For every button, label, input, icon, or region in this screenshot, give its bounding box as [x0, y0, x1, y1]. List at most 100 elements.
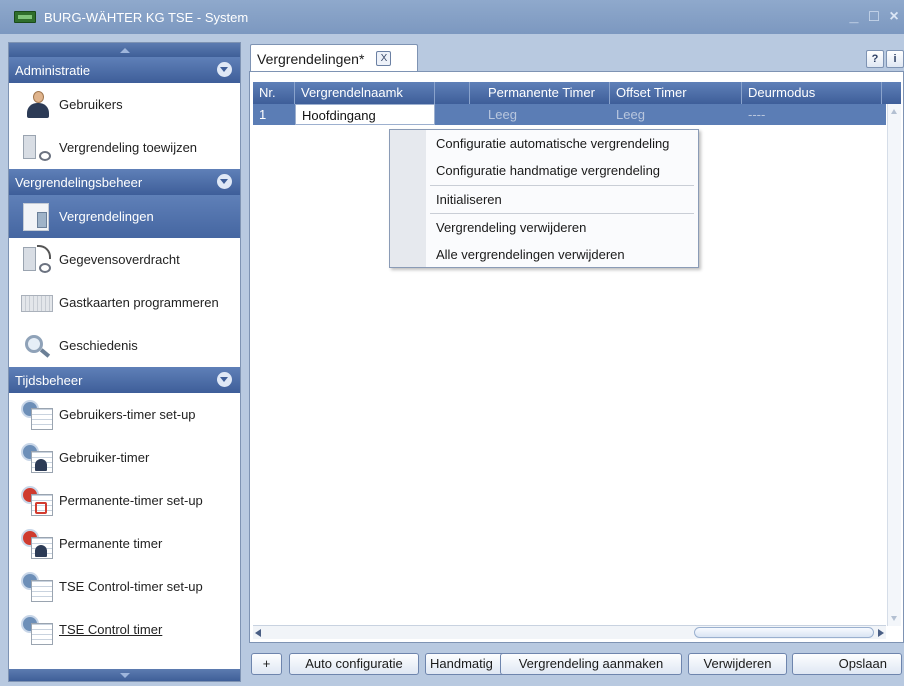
sidebar: Administratie Gebruikers Vergrendeling t…: [8, 42, 241, 682]
manual-button[interactable]: Handmatig: [425, 653, 505, 675]
table-row[interactable]: 1 Hoofdingang Leeg Leeg ----: [253, 104, 886, 125]
tab-label: Vergrendelingen*: [257, 50, 365, 67]
auto-configuration-button[interactable]: Auto configuratie: [289, 653, 419, 675]
column-header-permanente-timer[interactable]: Permanente Timer: [470, 82, 610, 104]
sidebar-item-geschiedenis[interactable]: Geschiedenis: [9, 324, 240, 367]
app-icon: [14, 11, 36, 23]
sidebar-item-gebruikers-timer-setup[interactable]: Gebruikers-timer set-up: [9, 393, 240, 436]
menu-separator: [430, 185, 694, 186]
timer-setup-icon: [19, 398, 55, 432]
chevron-up-icon: [119, 47, 130, 53]
sidebar-item-permanente-timer[interactable]: Permanente timer: [9, 522, 240, 565]
delete-button[interactable]: Verwijderen: [688, 653, 787, 675]
sidebar-item-label: Permanente timer: [59, 536, 163, 551]
window-title: BURG-WÄHTER KG TSE - System: [44, 9, 249, 25]
column-header-empty[interactable]: [435, 82, 470, 104]
permanent-timer-setup-icon: [19, 484, 55, 518]
sidebar-item-permanente-timer-setup[interactable]: Permanente-timer set-up: [9, 479, 240, 522]
sidebar-scroll-up-button[interactable]: [9, 43, 240, 57]
bottom-toolbar: + Auto configuratie Handmatig Vergrendel…: [249, 651, 904, 679]
window-titlebar: BURG-WÄHTER KG TSE - System _ □ ×: [0, 0, 904, 34]
minimize-button[interactable]: _: [844, 8, 864, 26]
help-button[interactable]: ?: [866, 50, 884, 68]
vertical-scrollbar[interactable]: [887, 104, 901, 626]
maximize-button[interactable]: □: [864, 8, 884, 26]
lock-device-icon: [19, 200, 55, 234]
card-programmer-icon: [19, 286, 55, 320]
context-menu: Configuratie automatische vergrendeling …: [389, 129, 699, 268]
menu-item-auto-config[interactable]: Configuratie automatische vergrendeling: [436, 136, 669, 151]
sidebar-item-label: Vergrendelingen: [59, 209, 154, 224]
scroll-left-arrow-icon[interactable]: [255, 629, 261, 637]
sidebar-item-vergrendelingen[interactable]: Vergrendelingen: [9, 195, 240, 238]
history-icon: [19, 329, 55, 363]
grid-header: Nr. Vergrendelnaamk Permanente Timer Off…: [253, 82, 901, 104]
create-lock-button[interactable]: Vergrendeling aanmaken: [500, 653, 682, 675]
cell-deurmodus: ----: [748, 107, 766, 122]
cell-offset-timer: Leeg: [616, 107, 645, 122]
close-tab-icon[interactable]: X: [376, 51, 392, 66]
sidebar-item-gebruikers[interactable]: Gebruikers: [9, 83, 240, 126]
cell-permanent-timer: Leeg: [488, 107, 517, 122]
section-title: Vergrendelingsbeheer: [15, 174, 143, 190]
column-header-offset-timer[interactable]: Offset Timer: [610, 82, 742, 104]
sidebar-item-tse-control-timer[interactable]: TSE Control timer: [9, 608, 240, 651]
chevron-down-icon[interactable]: [217, 62, 232, 77]
close-window-button[interactable]: ×: [884, 8, 904, 26]
menu-icon-gutter: [390, 130, 426, 267]
menu-item-initialiseren[interactable]: Initialiseren: [436, 192, 502, 207]
section-header-administratie[interactable]: Administratie: [9, 57, 240, 83]
scroll-down-arrow-icon[interactable]: [891, 616, 897, 621]
scroll-right-arrow-icon[interactable]: [878, 629, 884, 637]
sidebar-scroll-down-button[interactable]: [9, 669, 240, 681]
menu-item-delete-lock[interactable]: Vergrendeling verwijderen: [436, 220, 586, 235]
sidebar-item-gebruiker-timer[interactable]: Gebruiker-timer: [9, 436, 240, 479]
sidebar-item-label: Vergrendeling toewijzen: [59, 140, 198, 155]
sidebar-item-label: TSE Control timer: [59, 622, 163, 637]
sidebar-item-label: Geschiedenis: [59, 338, 138, 353]
cell-nr: 1: [259, 107, 267, 122]
tab-bar: Vergrendelingen* X ? i: [246, 42, 904, 72]
user-icon: [19, 88, 55, 122]
sidebar-item-label: Permanente-timer set-up: [59, 493, 203, 508]
sidebar-item-vergrendeling-toewijzen[interactable]: Vergrendeling toewijzen: [9, 126, 240, 169]
control-timer-setup-icon: [19, 570, 55, 604]
sidebar-item-label: Gebruiker-timer: [59, 450, 150, 465]
section-title: Tijdsbeheer: [15, 372, 83, 388]
section-header-tijdsbeheer[interactable]: Tijdsbeheer: [9, 367, 240, 393]
chevron-down-icon[interactable]: [217, 174, 232, 189]
user-timer-icon: [19, 441, 55, 475]
chevron-down-icon[interactable]: [217, 372, 232, 387]
menu-item-delete-all-locks[interactable]: Alle vergrendelingen verwijderen: [436, 247, 625, 262]
sidebar-item-label: Gebruikers: [59, 97, 123, 112]
tab-vergrendelingen[interactable]: Vergrendelingen* X: [250, 44, 418, 72]
cell-extra: [435, 104, 470, 125]
sidebar-item-label: TSE Control-timer set-up: [59, 579, 203, 594]
section-title: Administratie: [15, 62, 91, 78]
cell-name[interactable]: Hoofdingang: [295, 104, 435, 125]
data-transfer-icon: [19, 243, 55, 277]
help-buttons: ? i: [866, 50, 904, 68]
window-controls: _ □ ×: [844, 0, 904, 34]
horizontal-scrollbar[interactable]: [253, 625, 886, 639]
chevron-down-icon: [119, 672, 130, 678]
permanent-timer-icon: [19, 527, 55, 561]
sidebar-item-label: Gastkaarten programmeren: [59, 295, 219, 310]
column-header-nr[interactable]: Nr.: [253, 82, 295, 104]
sidebar-item-label: Gegevensoverdracht: [59, 252, 180, 267]
assign-lock-icon: [19, 131, 55, 165]
sidebar-item-label: Gebruikers-timer set-up: [59, 407, 196, 422]
save-button[interactable]: Opslaan: [792, 653, 902, 675]
info-button[interactable]: i: [886, 50, 904, 68]
menu-item-manual-config[interactable]: Configuratie handmatige vergrendeling: [436, 163, 660, 178]
scrollbar-thumb[interactable]: [694, 627, 874, 638]
add-button[interactable]: +: [251, 653, 282, 675]
column-header-deurmodus[interactable]: Deurmodus: [742, 82, 882, 104]
scroll-up-arrow-icon[interactable]: [891, 109, 897, 114]
column-header-vergrendelnaam[interactable]: Vergrendelnaamk: [295, 82, 435, 104]
sidebar-item-tse-control-timer-setup[interactable]: TSE Control-timer set-up: [9, 565, 240, 608]
control-timer-icon: [19, 613, 55, 647]
section-header-vergrendelingsbeheer[interactable]: Vergrendelingsbeheer: [9, 169, 240, 195]
sidebar-item-gastkaarten-programmeren[interactable]: Gastkaarten programmeren: [9, 281, 240, 324]
sidebar-item-gegevensoverdracht[interactable]: Gegevensoverdracht: [9, 238, 240, 281]
